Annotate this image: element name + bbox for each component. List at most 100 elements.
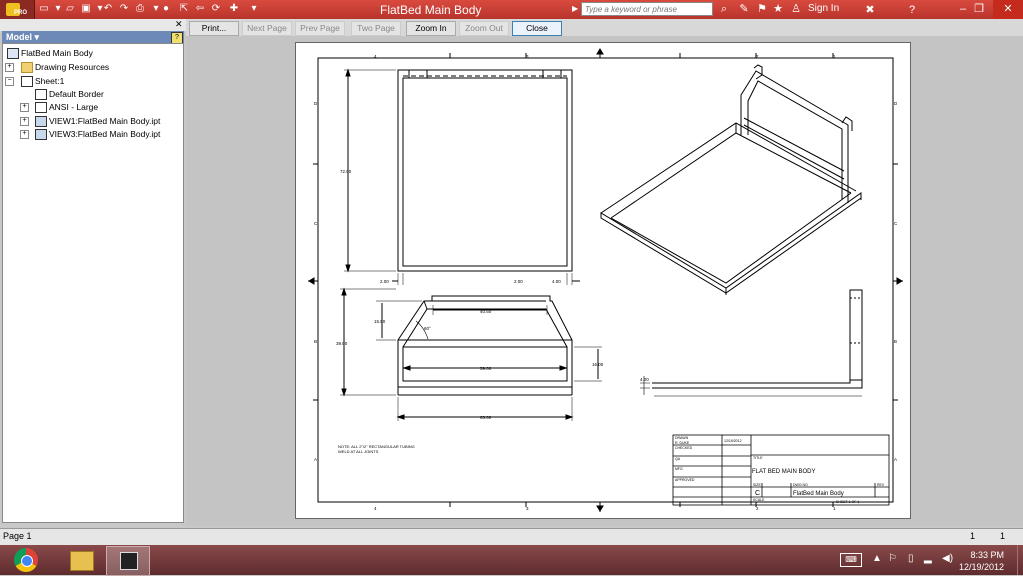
power-icon[interactable]: ▯	[908, 553, 914, 564]
right-side-view	[640, 289, 863, 397]
search-input[interactable]: Type a keyword or phrase	[581, 2, 713, 16]
dimension-label: 72.00	[340, 169, 352, 174]
save-icon[interactable]: ▣	[80, 3, 92, 15]
chrome-icon-center	[21, 555, 33, 567]
browser-panel-header	[0, 19, 186, 31]
new-icon[interactable]: ▭	[38, 3, 50, 15]
expand-icon[interactable]: +	[20, 103, 29, 112]
two-page-button[interactable]: Two Page	[351, 21, 401, 36]
help-icon[interactable]: ?	[906, 4, 918, 16]
dropdown-icon[interactable]: ▾	[52, 3, 64, 15]
open-icon[interactable]: ▱	[64, 3, 76, 15]
favorites-star-icon[interactable]: ★	[772, 3, 784, 15]
dimension-label: 16.00	[592, 362, 604, 367]
panel-close-icon[interactable]: ✕	[175, 19, 183, 30]
status-count: 1	[970, 531, 976, 541]
title-block-label: DRAWN	[675, 436, 689, 440]
search-expand-icon[interactable]: ▶	[572, 4, 578, 13]
binoculars-icon[interactable]: ⌕	[718, 3, 730, 15]
keyboard-icon[interactable]: ⌨	[840, 553, 862, 567]
model-dropdown[interactable]: Model ▾	[2, 31, 184, 43]
title-block-label: REV	[877, 483, 885, 487]
status-count: 1	[1000, 531, 1006, 541]
model-browser-tree[interactable]	[2, 43, 184, 523]
show-desktop-button[interactable]	[1017, 545, 1023, 575]
side-view	[340, 287, 602, 421]
zone-label: 3	[526, 506, 529, 511]
restore-button[interactable]: ❐	[966, 0, 992, 19]
tree-node-sheet[interactable]: Sheet:1	[35, 76, 64, 86]
select-icon[interactable]: ⇱	[178, 3, 190, 15]
front-view	[344, 68, 580, 285]
view-icon	[35, 116, 47, 127]
title-block-label: SIZE	[753, 483, 761, 487]
tree-node-view1[interactable]: VIEW1:FlatBed Main Body.ipt	[49, 116, 160, 126]
tools-icon[interactable]: ✎	[738, 3, 750, 15]
action-center-icon[interactable]: ⚐	[888, 553, 897, 564]
dimension-label: 63.00	[480, 415, 492, 420]
tree-node-root[interactable]: FlatBed Main Body	[21, 48, 93, 58]
taskbar-clock[interactable]: 8:33 PM 12/19/2012	[950, 549, 1004, 573]
exchange-icon[interactable]: ✖	[864, 4, 876, 16]
expand-icon[interactable]: +	[5, 63, 14, 72]
zone-letter: B	[314, 339, 317, 344]
tree-node-view3[interactable]: VIEW3:FlatBed Main Body.ipt	[49, 129, 160, 139]
model-dropdown-label: Model	[6, 32, 32, 42]
show-hidden-icons-icon[interactable]: ▲	[872, 553, 882, 564]
chevron-down-icon: ▾	[34, 32, 40, 42]
expand-icon[interactable]: +	[20, 130, 29, 139]
dimension-label: 15.50	[374, 319, 386, 324]
redo-icon[interactable]: ↷	[118, 3, 130, 15]
print-icon[interactable]: ⎙	[134, 3, 146, 15]
title-block-label: APPROVED	[675, 478, 695, 482]
view-icon	[35, 129, 47, 140]
title-block-label: CHECKED	[675, 446, 693, 450]
appearance-icon[interactable]: ●	[160, 3, 172, 15]
user-icon: ♙	[791, 3, 801, 15]
zone-letter: A	[894, 457, 897, 462]
collapse-icon[interactable]: −	[5, 77, 14, 86]
update-icon[interactable]: ⟳	[210, 3, 222, 15]
clock-date: 12/19/2012	[958, 562, 1004, 572]
return-icon[interactable]: ⇦	[194, 3, 206, 15]
titleblock-icon	[35, 102, 47, 113]
zoom-in-button[interactable]: Zoom In	[406, 21, 456, 36]
window-close-button[interactable]: ✕	[993, 0, 1023, 19]
measure-icon[interactable]: ✚	[228, 3, 240, 15]
customize-qat-icon[interactable]: ▾	[248, 3, 260, 15]
zone-label: 4	[374, 506, 377, 511]
undo-icon[interactable]: ↶	[102, 3, 114, 15]
tree-node-default-border[interactable]: Default Border	[49, 89, 104, 99]
title-block-label: MFG	[675, 467, 683, 471]
dimension-label: 59.00	[480, 366, 492, 371]
dimension-label: 2.00	[514, 279, 523, 284]
subscription-icon[interactable]: ⚑	[756, 3, 768, 15]
application-menu-button[interactable]: PRO	[0, 0, 35, 19]
zone-letter: C	[894, 221, 898, 226]
zone-letter: D	[894, 101, 898, 106]
file-explorer-icon[interactable]	[70, 551, 94, 571]
drawing-icon	[7, 48, 19, 59]
status-bar	[0, 528, 1023, 546]
title-block-label: DWG NO	[793, 483, 808, 487]
zone-letter: B	[894, 339, 897, 344]
drawing-title: FLAT BED MAIN BODY	[752, 469, 815, 475]
next-page-button[interactable]: Next Page	[242, 21, 292, 36]
zoom-out-button[interactable]: Zoom Out	[459, 21, 509, 36]
close-preview-button[interactable]: Close	[512, 21, 562, 36]
tree-node-drawing-resources[interactable]: Drawing Resources	[35, 62, 109, 72]
prev-page-button[interactable]: Prev Page	[295, 21, 345, 36]
inventor-icon	[120, 552, 138, 570]
windows-taskbar	[0, 545, 1023, 575]
dimension-label: 40.50	[480, 309, 492, 314]
inventor-taskbar-button[interactable]	[106, 546, 150, 576]
dimension-label: 39.00	[336, 341, 348, 346]
expand-icon[interactable]: +	[20, 117, 29, 126]
tree-node-ansi-large[interactable]: ANSI - Large	[49, 102, 98, 112]
sign-in-link[interactable]: Sign In	[808, 3, 839, 14]
print-button[interactable]: Print...	[189, 21, 239, 36]
zone-letter: C	[314, 221, 318, 226]
folder-icon	[21, 62, 33, 73]
network-icon[interactable]: ▂	[924, 553, 932, 564]
app-badge: PRO	[14, 10, 28, 16]
